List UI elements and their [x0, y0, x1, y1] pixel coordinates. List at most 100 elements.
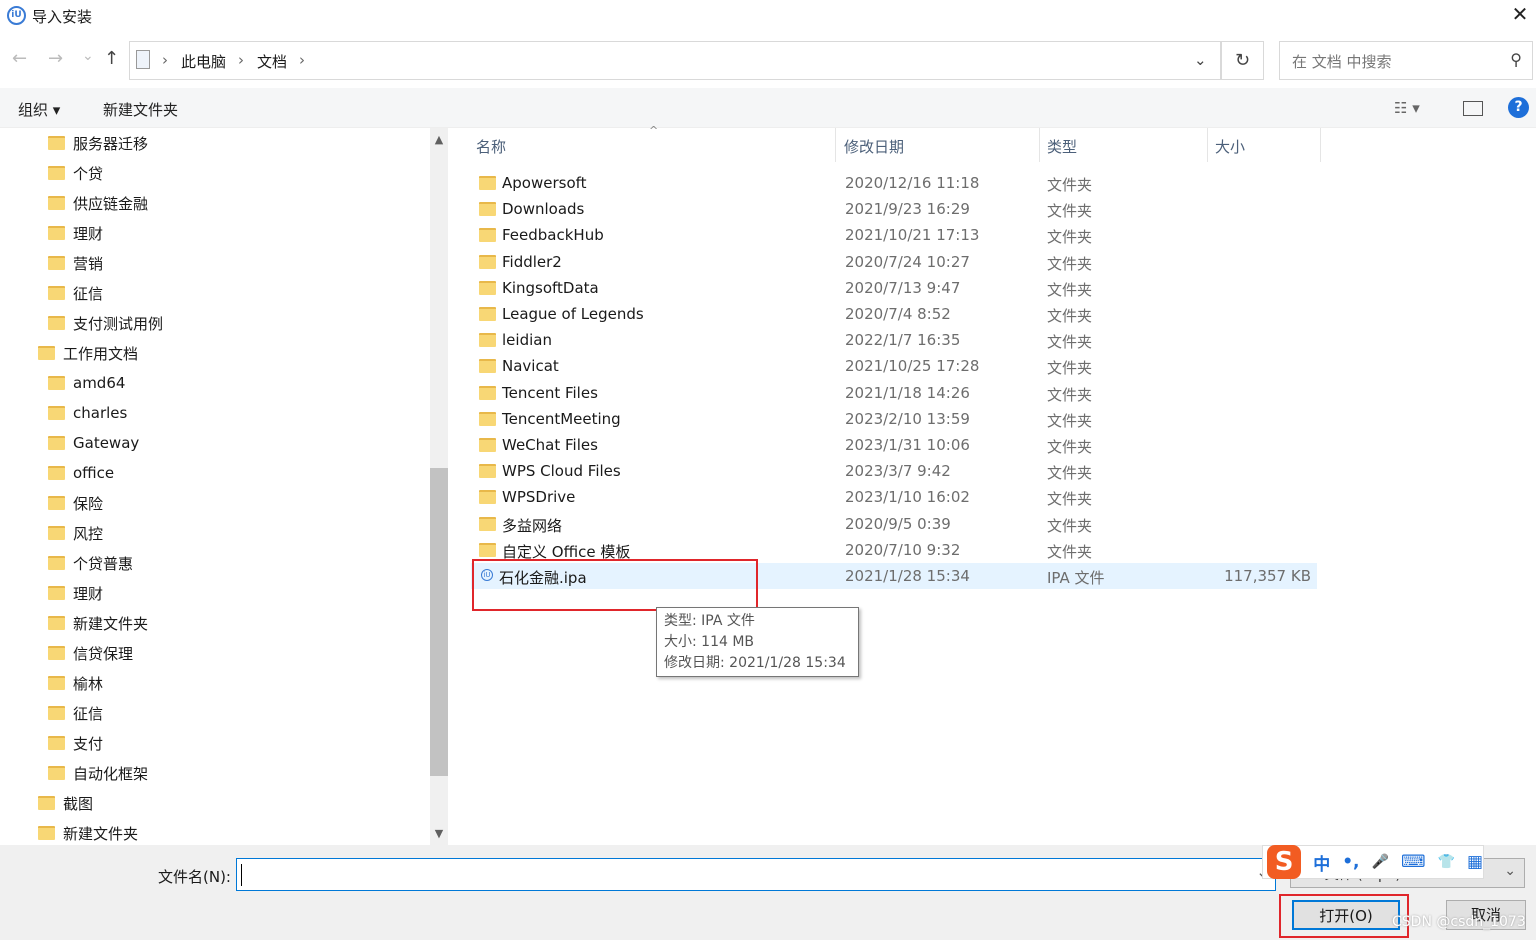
tree-item-label: 保险 — [73, 494, 104, 513]
tree-item[interactable]: office — [48, 458, 114, 488]
tree-item-label: 理财 — [73, 224, 104, 243]
file-row[interactable]: WPSDrive 2023/1/10 16:02 文件夹 — [471, 484, 1317, 510]
folder-icon — [479, 516, 496, 531]
tree-item[interactable]: 供应链金融 — [48, 188, 148, 218]
column-size[interactable]: 大小 — [1215, 136, 1245, 157]
file-row[interactable]: FeedbackHub 2021/10/21 17:13 文件夹 — [471, 222, 1317, 248]
tree-item[interactable]: 新建文件夹 — [38, 818, 138, 845]
column-name[interactable]: 名称 — [476, 136, 506, 157]
ime-language-toggle[interactable]: 中 — [1313, 850, 1330, 875]
tree-item[interactable]: charles — [48, 398, 127, 428]
file-row[interactable]: KingsoftData 2020/7/13 9:47 文件夹 — [471, 275, 1317, 301]
folder-icon — [48, 406, 65, 420]
file-row[interactable]: Fiddler2 2020/7/24 10:27 文件夹 — [471, 249, 1317, 275]
file-date: 2022/1/7 16:35 — [845, 331, 961, 350]
tree-item[interactable]: 支付 — [48, 728, 103, 758]
breadcrumb-documents[interactable]: 文档 — [257, 51, 287, 72]
file-row[interactable]: WeChat Files 2023/1/31 10:06 文件夹 — [471, 432, 1317, 458]
column-type[interactable]: 类型 — [1047, 136, 1077, 157]
tree-item[interactable]: 信贷保理 — [48, 638, 133, 668]
tree-item[interactable]: 理财 — [48, 578, 103, 608]
tree-item-label: 信贷保理 — [73, 644, 134, 663]
file-type: IPA 文件 — [1047, 569, 1105, 587]
tree-item[interactable]: 风控 — [48, 518, 103, 548]
breadcrumb-this-pc[interactable]: 此电脑 — [181, 51, 226, 72]
ime-punctuation-icon[interactable]: •, — [1342, 852, 1359, 872]
back-button[interactable]: ← — [12, 48, 27, 69]
new-folder-button[interactable]: 新建文件夹 — [103, 99, 178, 120]
file-type: 文件夹 — [1047, 359, 1093, 378]
toolbox-icon[interactable]: ▦ — [1467, 852, 1483, 872]
tree-item[interactable]: Gateway — [48, 428, 139, 458]
tree-item[interactable]: 服务器迁移 — [48, 128, 148, 158]
tree-item[interactable]: 新建文件夹 — [48, 608, 148, 638]
preview-pane-icon[interactable] — [1463, 101, 1483, 116]
organize-menu[interactable]: 组织 ▾ — [18, 99, 60, 120]
file-date: 2020/7/24 10:27 — [845, 252, 970, 271]
tree-scrollbar-thumb[interactable] — [430, 468, 448, 776]
file-type: 文件夹 — [1047, 385, 1093, 404]
file-row[interactable]: WPS Cloud Files 2023/3/7 9:42 文件夹 — [471, 458, 1317, 484]
keyboard-icon[interactable]: ⌨ — [1401, 852, 1426, 872]
file-list: ^ 名称 修改日期 类型 大小 Apowersoft 2020/12/16 11:… — [449, 124, 1536, 845]
tree-item-label: 供应链金融 — [73, 194, 149, 213]
folder-icon — [479, 176, 496, 190]
folder-icon — [48, 256, 65, 270]
scroll-down-arrow[interactable]: ▼ — [430, 827, 448, 840]
folder-icon — [48, 496, 65, 510]
tree-item-label: 榆林 — [73, 674, 104, 693]
folder-icon — [48, 136, 65, 150]
column-date[interactable]: 修改日期 — [844, 136, 904, 157]
tree-item[interactable]: 征信 — [48, 278, 103, 308]
scroll-up-arrow[interactable]: ▲ — [430, 133, 448, 146]
chevron-down-icon[interactable]: ⌄ — [1194, 51, 1207, 69]
filename-input[interactable]: ⌄ — [236, 858, 1276, 891]
file-row[interactable]: leidian 2022/1/7 16:35 文件夹 — [471, 327, 1317, 353]
tree-item[interactable]: 截图 — [38, 788, 93, 818]
file-name: 多益网络 — [502, 516, 563, 535]
skin-icon[interactable]: 👕 — [1438, 854, 1455, 870]
file-row[interactable]: 多益网络 2020/9/5 0:39 文件夹 — [471, 511, 1317, 537]
address-bar[interactable]: › 此电脑 › 文档 › ⌄ — [129, 41, 1221, 80]
tree-item[interactable]: 理财 — [48, 218, 103, 248]
file-row[interactable]: TencentMeeting 2023/2/10 13:59 文件夹 — [471, 406, 1317, 432]
tree-item-label: 新建文件夹 — [63, 824, 139, 843]
up-button[interactable]: ↑ — [104, 48, 119, 69]
folder-icon — [479, 307, 496, 321]
tree-item[interactable]: 个贷普惠 — [48, 548, 133, 578]
file-row[interactable]: Downloads 2021/9/23 16:29 文件夹 — [471, 196, 1317, 222]
tree-item[interactable]: 保险 — [48, 488, 103, 518]
folder-icon — [48, 736, 65, 750]
tree-item-label: 征信 — [73, 284, 104, 303]
search-input[interactable]: 在 文档 中搜索 ⚲ — [1279, 41, 1533, 80]
file-date: 2023/1/31 10:06 — [845, 436, 970, 454]
help-icon[interactable]: ? — [1508, 97, 1529, 118]
tree-item[interactable]: 征信 — [48, 698, 103, 728]
tree-item-label: 理财 — [73, 584, 104, 603]
recent-locations-button[interactable]: ⌄ — [82, 48, 94, 64]
tree-item[interactable]: 榆林 — [48, 668, 103, 698]
folder-icon — [48, 706, 65, 720]
file-row[interactable]: Tencent Files 2021/1/18 14:26 文件夹 — [471, 380, 1317, 406]
file-date: 2023/3/7 9:42 — [845, 462, 951, 481]
file-date: 2021/9/23 16:29 — [845, 200, 970, 219]
forward-button[interactable]: → — [48, 48, 63, 69]
folder-icon — [479, 411, 496, 426]
file-row[interactable]: League of Legends 2020/7/4 8:52 文件夹 — [471, 301, 1317, 327]
tree-item[interactable]: amd64 — [48, 368, 125, 398]
tree-item[interactable]: 营销 — [48, 248, 103, 278]
refresh-button[interactable]: ↻ — [1221, 41, 1264, 80]
tree-item[interactable]: 自动化框架 — [48, 758, 148, 788]
close-button[interactable]: ✕ — [1508, 2, 1532, 28]
tree-item[interactable]: 支付测试用例 — [48, 308, 163, 338]
tree-item[interactable]: 个贷 — [48, 158, 103, 188]
file-row[interactable]: Navicat 2021/10/25 17:28 文件夹 — [471, 353, 1317, 379]
file-name: Downloads — [502, 200, 585, 219]
file-type: 文件夹 — [1047, 333, 1093, 352]
file-name: Fiddler2 — [502, 252, 562, 271]
microphone-icon[interactable]: 🎤 — [1372, 854, 1389, 870]
folder-icon — [48, 766, 65, 780]
view-options-icon[interactable]: ☷ ▾ — [1394, 99, 1420, 117]
file-row[interactable]: Apowersoft 2020/12/16 11:18 文件夹 — [471, 170, 1317, 196]
tree-item[interactable]: 工作用文档 — [38, 338, 138, 368]
